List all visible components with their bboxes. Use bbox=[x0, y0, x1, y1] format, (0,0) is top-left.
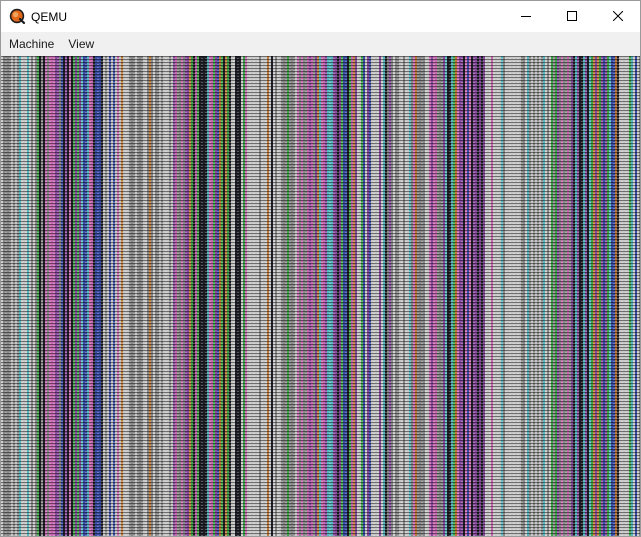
vm-display-stripes bbox=[1, 56, 640, 536]
maximize-button[interactable] bbox=[549, 1, 595, 32]
close-icon bbox=[612, 8, 624, 26]
menu-bar: Machine View bbox=[1, 32, 640, 56]
menu-view[interactable]: View bbox=[61, 32, 101, 56]
close-button[interactable] bbox=[595, 1, 640, 32]
qemu-window: QEMU Machine View bbox=[0, 0, 641, 537]
scanline-overlay bbox=[1, 56, 640, 536]
maximize-icon bbox=[567, 8, 577, 26]
menu-machine[interactable]: Machine bbox=[2, 32, 61, 56]
minimize-icon bbox=[521, 8, 531, 26]
title-bar[interactable]: QEMU bbox=[1, 1, 640, 32]
window-title: QEMU bbox=[31, 10, 67, 24]
minimize-button[interactable] bbox=[503, 1, 549, 32]
vm-display[interactable] bbox=[1, 56, 640, 536]
qemu-logo-icon bbox=[9, 8, 26, 25]
